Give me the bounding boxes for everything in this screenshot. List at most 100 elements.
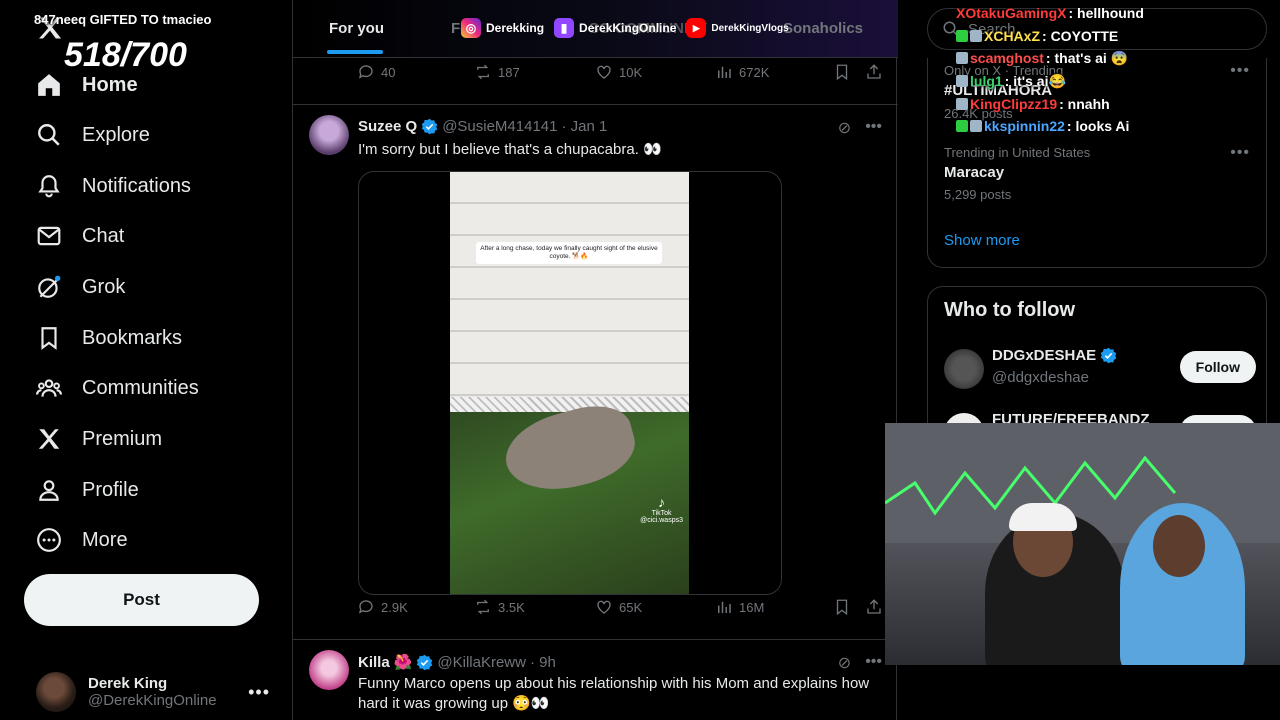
guest-head: [1153, 515, 1205, 577]
view-count: 16M: [739, 599, 765, 615]
account-switcher[interactable]: Derek King @DerekKingOnline •••: [36, 668, 276, 716]
grok-icon: [36, 274, 62, 300]
white-cap: [1009, 503, 1077, 531]
tweet-header: Killa 🌺 @KillaKreww · 9h: [358, 653, 556, 672]
sidebar-item-grok[interactable]: Grok: [36, 267, 125, 307]
twitch-handle: ▮ DerekKingOnline: [554, 18, 676, 38]
chat-username: scamghost: [970, 50, 1044, 67]
author-handle[interactable]: @SusieM414141: [442, 118, 557, 135]
chat-text: : it's ai😂: [1004, 72, 1066, 89]
youtube-icon: ▶: [686, 18, 707, 38]
views-icon: [718, 601, 731, 613]
more-icon[interactable]: •••: [865, 118, 882, 138]
trend-meta: Trending in United States: [944, 145, 1091, 160]
sidebar-item-notifications[interactable]: Notifications: [36, 166, 191, 206]
sidebar-item-chat[interactable]: Chat: [36, 216, 124, 256]
repost-button[interactable]: 187: [474, 63, 520, 81]
reply-count: 2.9K: [381, 599, 408, 615]
more-icon[interactable]: •••: [1230, 144, 1250, 162]
follow-suggestion[interactable]: DDGxDESHAE @ddgxdeshae Follow: [944, 345, 1264, 395]
stream-chat-overlay: XOtakuGamingX: hellhound XCHAxZ: COYOTTE…: [956, 2, 1280, 138]
youtube-handle: ▶ DerekKingVlogs: [686, 18, 789, 38]
sidebar-item-profile[interactable]: Profile: [36, 470, 139, 510]
author-handle[interactable]: @KillaKreww: [437, 654, 526, 671]
sidebar-item-label: Communities: [82, 376, 199, 399]
twitch-icon: ▮: [554, 18, 575, 38]
house-siding: [450, 172, 689, 412]
tweet-video[interactable]: After a long chase, today we finally cau…: [358, 171, 782, 595]
avatar[interactable]: [944, 349, 984, 389]
twitch-label: DerekKingOnline: [579, 21, 677, 35]
tweet-killa[interactable]: Killa 🌺 @KillaKreww · 9h ⊘ ••• Funny Mar…: [293, 640, 898, 720]
heart-icon: [597, 65, 611, 79]
sidebar-item-communities[interactable]: Communities: [36, 368, 199, 408]
chat-message: lulg1: it's ai😂: [956, 70, 1280, 93]
suggestion-name-row: DDGxDESHAE: [992, 347, 1117, 364]
profile-name: Derek King: [88, 675, 168, 692]
tweet-suzee[interactable]: Suzee Q @SusieM414141 · Jan 1 ⊘ ••• I'm …: [293, 105, 898, 639]
sidebar-item-label: Home: [82, 73, 138, 96]
chat-message: XOtakuGamingX: hellhound: [956, 2, 1280, 25]
reply-button[interactable]: 40: [357, 63, 395, 81]
sidebar-item-more[interactable]: More: [36, 520, 128, 560]
sidebar-item-premium[interactable]: Premium: [36, 419, 162, 459]
search-icon: [36, 122, 62, 148]
like-count: 10K: [619, 64, 643, 80]
timeline-tabs: For you Fo SO COMMUNITY Sonaholics ◎ Der…: [293, 0, 898, 58]
suggestion-handle: @ddgxdeshae: [992, 369, 1089, 386]
avatar[interactable]: [309, 115, 349, 155]
video-frame[interactable]: After a long chase, today we finally cau…: [450, 172, 689, 594]
chat-message: scamghost: that's ai 😨: [956, 47, 1280, 70]
share-icon[interactable]: [865, 63, 883, 81]
author-name[interactable]: Suzee Q: [358, 118, 417, 135]
tweet-text: I'm sorry but I believe that's a chupaca…: [358, 141, 662, 158]
sidebar-item-label: Explore: [82, 123, 150, 146]
bookmark-icon: [36, 325, 62, 351]
x-icon: [36, 426, 62, 452]
views-button[interactable]: 672K: [715, 63, 769, 81]
tweet-date[interactable]: · Jan 1: [562, 118, 608, 135]
like-button[interactable]: 65K: [595, 598, 642, 616]
tab-for-you[interactable]: For you: [329, 20, 384, 37]
chat-username: KingClipzz19: [970, 95, 1058, 112]
instagram-handle: ◎ Derekking: [461, 18, 544, 38]
chat-text: : COYOTTE: [1042, 27, 1119, 44]
verified-badge-icon: [421, 118, 438, 135]
reply-count: 40: [381, 64, 396, 80]
sidebar-item-label: Premium: [82, 427, 163, 450]
chat-username: lulg1: [970, 73, 1003, 90]
grok-icon[interactable]: ⊘: [838, 118, 851, 138]
post-button[interactable]: Post: [24, 574, 259, 626]
bell-icon: [36, 173, 62, 199]
author-name[interactable]: Killa: [358, 654, 390, 671]
tweet-date[interactable]: · 9h: [530, 654, 556, 671]
verified-badge-icon: [417, 654, 433, 670]
sidebar-item-explore[interactable]: Explore: [36, 115, 150, 155]
more-icon[interactable]: •••: [248, 682, 270, 703]
avatar: [36, 672, 76, 712]
tab-sonaholics[interactable]: Sonaholics: [783, 20, 863, 37]
more-icon[interactable]: •••: [865, 653, 882, 673]
views-button[interactable]: 16M: [715, 598, 764, 616]
mail-icon: [36, 223, 62, 249]
sub-badge-icon: [970, 29, 982, 42]
share-icon[interactable]: [865, 598, 883, 616]
reply-button[interactable]: 2.9K: [357, 598, 408, 616]
grok-icon[interactable]: ⊘: [838, 653, 851, 673]
sidebar-item-bookmarks[interactable]: Bookmarks: [36, 318, 182, 358]
suggestion-name: DDGxDESHAE: [992, 347, 1097, 364]
follow-button[interactable]: Follow: [1179, 351, 1256, 383]
reply-icon: [358, 600, 373, 614]
repost-button[interactable]: 3.5K: [474, 598, 525, 616]
tweet-extra-actions: [833, 63, 883, 81]
bookmark-icon[interactable]: [833, 63, 851, 81]
bookmark-icon[interactable]: [833, 598, 851, 616]
tweet-header: Suzee Q @SusieM414141 · Jan 1: [358, 118, 607, 135]
show-more-link[interactable]: Show more: [944, 232, 1020, 249]
chat-username: XOtakuGamingX: [956, 5, 1067, 22]
screen: Home Explore Notifications Chat Grok Boo…: [0, 0, 1280, 720]
avatar[interactable]: [309, 650, 349, 690]
streamer-webcam: [885, 423, 1280, 665]
sub-badge-icon: [970, 120, 982, 133]
like-button[interactable]: 10K: [595, 63, 642, 81]
